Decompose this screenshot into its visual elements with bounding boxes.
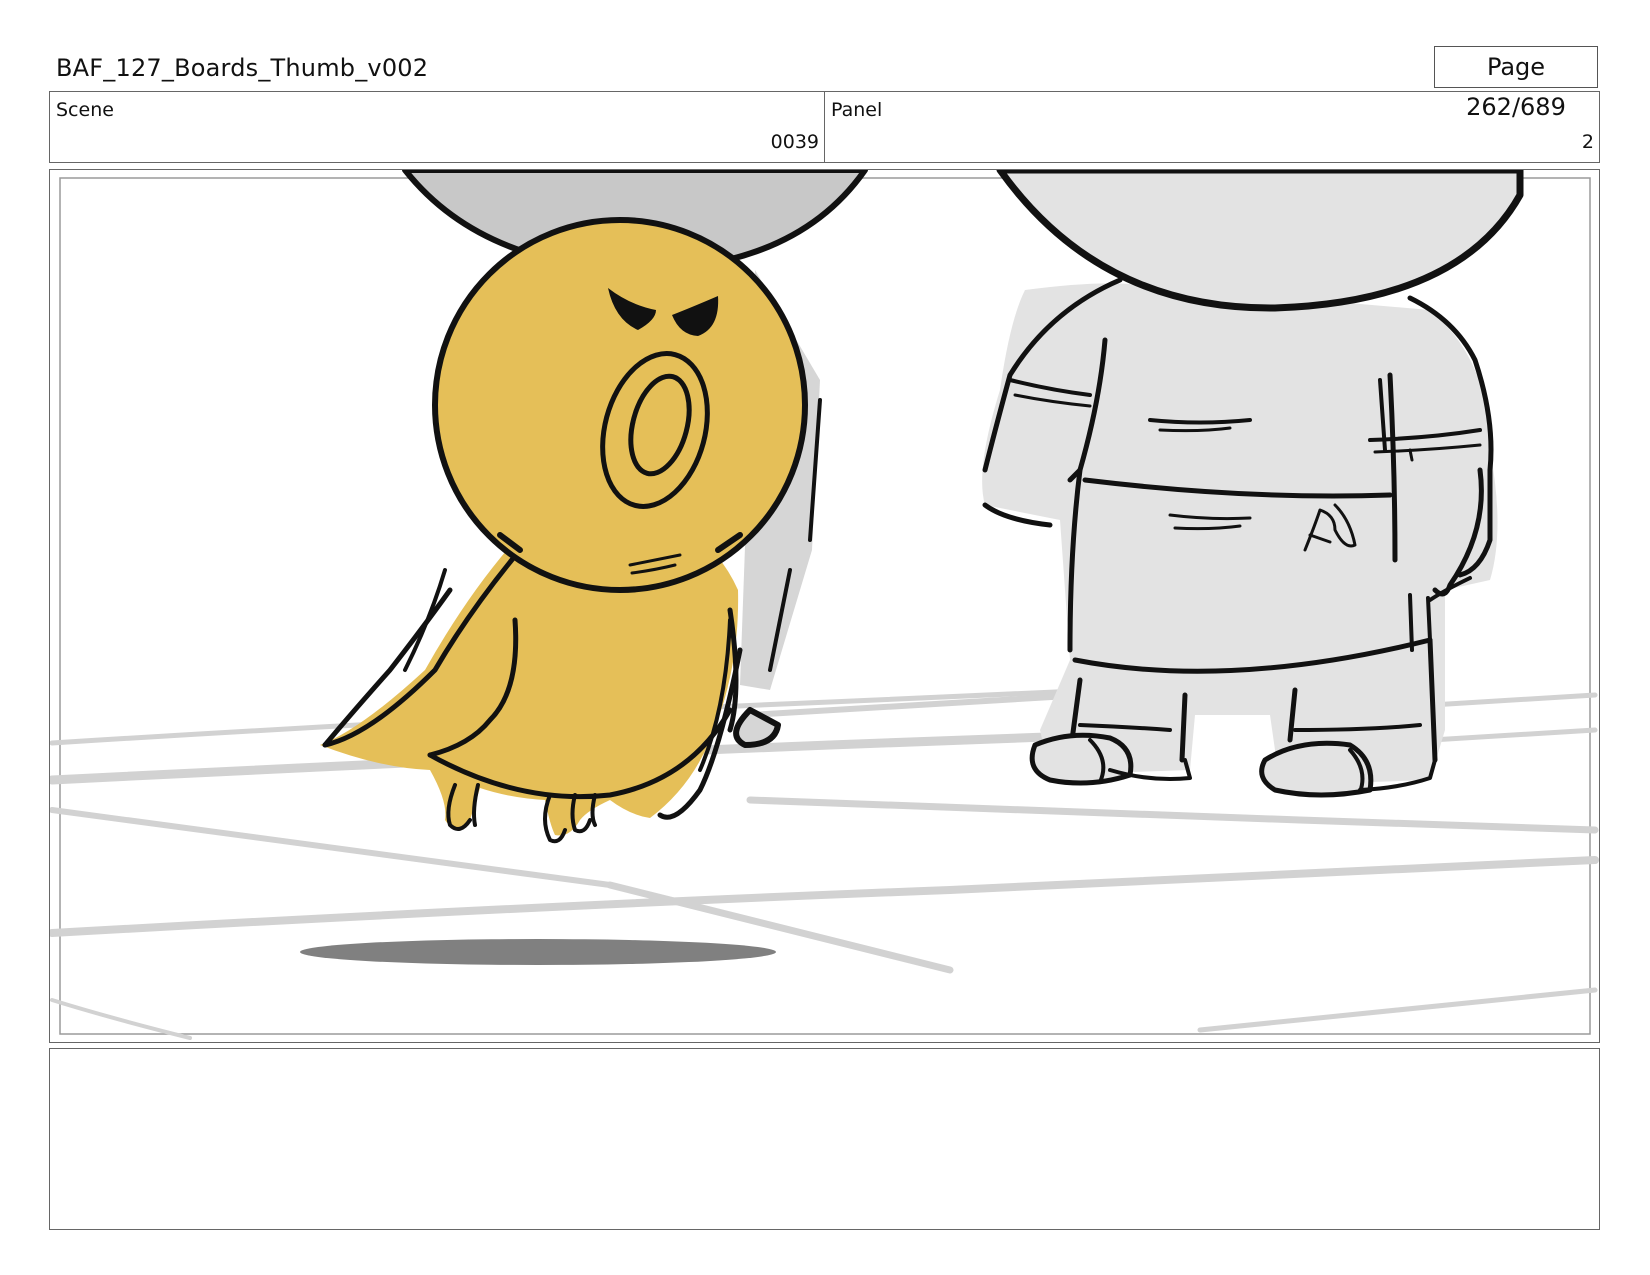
panel-number: 2 (1581, 131, 1594, 153)
scene-number: 0039 (770, 131, 819, 153)
panel-cell: Panel 2 (824, 92, 1599, 162)
scene-cell: Scene 0039 (50, 92, 824, 162)
document-title: BAF_127_Boards_Thumb_v002 (56, 54, 429, 82)
page-indicator: Page 262/689 (1434, 46, 1598, 121)
storyboard-drawing (50, 170, 1599, 1040)
scene-label: Scene (56, 99, 114, 121)
scene-panel-info-table: Scene 0039 Panel 2 (49, 91, 1600, 163)
bird-shadow (300, 939, 776, 965)
notes-area (49, 1048, 1600, 1230)
storyboard-panel (49, 169, 1600, 1043)
robed-character (982, 170, 1524, 798)
panel-label: Panel (831, 99, 883, 121)
